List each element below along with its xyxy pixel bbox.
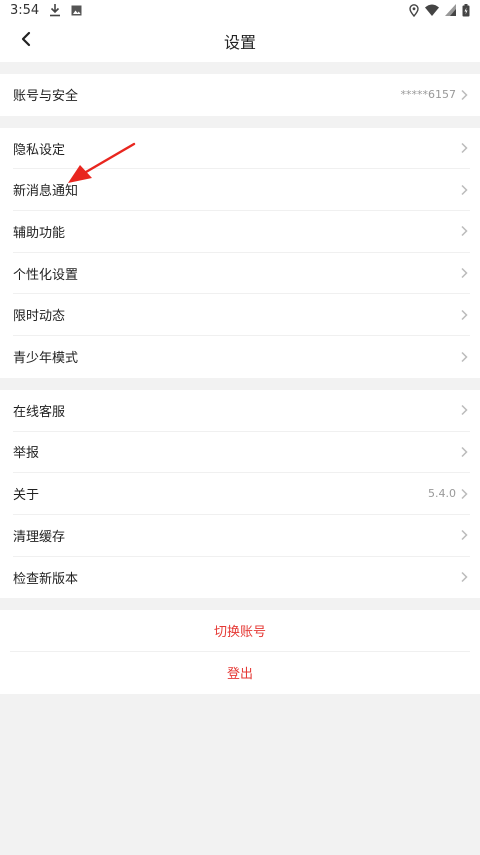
chevron-right-icon [460, 141, 470, 155]
settings-row-privacy[interactable]: 隐私设定 [13, 128, 470, 170]
chevron-right-icon [460, 350, 470, 364]
settings-row-report[interactable]: 举报 [13, 432, 470, 474]
logout-button[interactable]: 登出 [10, 652, 470, 694]
download-icon [49, 3, 61, 17]
wifi-icon [425, 4, 439, 16]
chevron-right-icon [460, 445, 470, 459]
privacy-group: 隐私设定 新消息通知 辅助功能 个性化设置 限时动态 青少年模式 [0, 127, 480, 378]
settings-row-accessibility[interactable]: 辅助功能 [13, 211, 470, 253]
location-icon [409, 3, 419, 17]
chevron-right-icon [460, 570, 470, 584]
row-label: 隐私设定 [13, 142, 66, 158]
settings-row-notifications[interactable]: 新消息通知 [13, 169, 470, 212]
row-label: 个性化设置 [13, 267, 79, 283]
row-label: 关于 [13, 488, 40, 504]
row-label: 账号与安全 [13, 89, 79, 105]
settings-row-stories[interactable]: 限时动态 [13, 294, 470, 337]
chevron-right-icon [460, 308, 470, 322]
page-header: 设置 [0, 20, 480, 62]
row-label: 限时动态 [13, 309, 66, 325]
row-label: 辅助功能 [13, 225, 66, 241]
row-label: 新消息通知 [13, 184, 79, 200]
page-title: 设置 [223, 33, 256, 52]
settings-row-personalization[interactable]: 个性化设置 [13, 253, 470, 295]
row-label: 检查新版本 [13, 571, 79, 587]
status-time: 3:54 [10, 2, 40, 18]
photo-icon [71, 5, 82, 16]
chevron-right-icon [460, 88, 470, 102]
chevron-right-icon [460, 528, 470, 542]
signal-icon [445, 4, 456, 16]
row-label: 在线客服 [13, 404, 66, 420]
settings-row-online-support[interactable]: 在线客服 [13, 390, 470, 432]
support-group: 在线客服 举报 关于 5.4.0 清理缓存 检查新版本 [0, 389, 480, 599]
status-bar: 3:54 [0, 0, 480, 20]
chevron-right-icon [460, 266, 470, 280]
chevron-right-icon [460, 403, 470, 417]
settings-row-check-update[interactable]: 检查新版本 [13, 557, 470, 599]
battery-icon [462, 3, 470, 17]
row-label: 举报 [13, 446, 40, 462]
switch-account-button[interactable]: 切换账号 [10, 610, 470, 652]
row-label: 青少年模式 [13, 351, 79, 367]
settings-row-about[interactable]: 关于 5.4.0 [13, 473, 470, 515]
settings-row-account-security[interactable]: 账号与安全 *****6157 [13, 74, 470, 116]
row-label: 清理缓存 [13, 529, 66, 545]
chevron-right-icon [460, 224, 470, 238]
settings-row-teen-mode[interactable]: 青少年模式 [13, 336, 470, 378]
settings-row-clear-cache[interactable]: 清理缓存 [13, 515, 470, 557]
back-button[interactable] [14, 20, 38, 62]
chevron-left-icon [21, 31, 31, 51]
version-value: 5.4.0 [428, 487, 456, 501]
chevron-right-icon [460, 487, 470, 501]
account-group: 账号与安全 *****6157 [0, 74, 480, 116]
chevron-right-icon [460, 183, 470, 197]
account-actions-group: 切换账号 登出 [0, 610, 480, 694]
masked-phone-value: *****6157 [400, 88, 457, 102]
